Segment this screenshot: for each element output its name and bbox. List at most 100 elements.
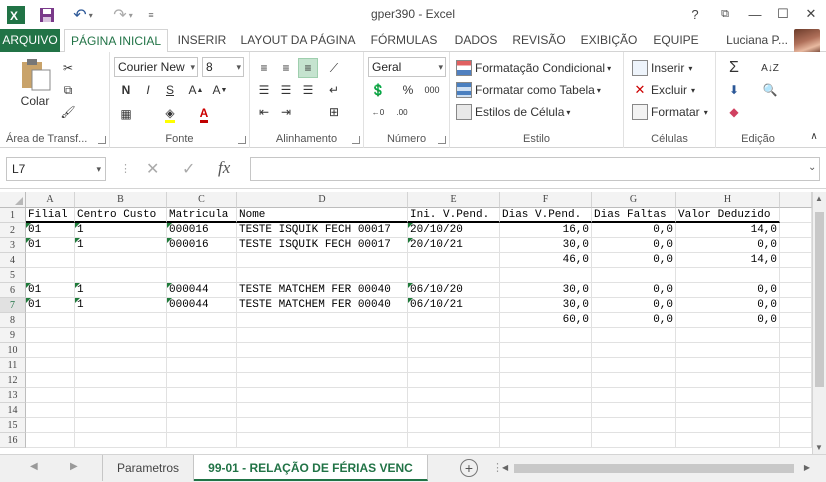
cell-f6[interactable]: 30,0 (500, 283, 592, 298)
align-top-icon[interactable]: ≡ (254, 58, 274, 78)
tab-dados[interactable]: DADOS (448, 29, 504, 52)
cell-extra-3[interactable] (780, 238, 812, 253)
decrease-decimal-icon[interactable]: .00 (392, 102, 412, 122)
vertical-scrollbar[interactable]: ▲ ▼ (812, 192, 826, 454)
cell-a4[interactable] (26, 253, 75, 268)
cell-d4[interactable] (237, 253, 408, 268)
cell-d5[interactable] (237, 268, 408, 283)
cell-c12[interactable] (167, 373, 237, 388)
cell-b15[interactable] (75, 418, 167, 433)
cell-g16[interactable] (592, 433, 676, 448)
cell-styles-button[interactable]: Estilos de Célula ▾ (456, 104, 570, 120)
format-cells-button[interactable]: Formatar ▾ (632, 104, 708, 120)
cell-h7[interactable]: 0,0 (676, 298, 780, 313)
column-header-extra[interactable] (780, 192, 812, 208)
column-header-b[interactable]: B (75, 192, 167, 208)
fill-color-icon[interactable]: ◈ (160, 104, 180, 124)
cell-a7[interactable]: 01 (26, 298, 75, 313)
cell-f15[interactable] (500, 418, 592, 433)
tab-inserir[interactable]: INSERIR (172, 29, 232, 52)
cell-extra-15[interactable] (780, 418, 812, 433)
tab-layout-da-pagina[interactable]: LAYOUT DA PÁGINA (236, 29, 360, 52)
cell-h12[interactable] (676, 373, 780, 388)
cell-c2[interactable]: 000016 (167, 223, 237, 238)
cell-e3[interactable]: 20/10/21 (408, 238, 500, 253)
cell-e5[interactable] (408, 268, 500, 283)
cell-d12[interactable] (237, 373, 408, 388)
cell-b16[interactable] (75, 433, 167, 448)
column-header-g[interactable]: G (592, 192, 676, 208)
borders-icon[interactable]: ▦ (116, 104, 136, 124)
sort-filter-icon[interactable]: A↓Z (760, 58, 780, 78)
row-header-10[interactable]: 10 (0, 343, 26, 358)
column-header-f[interactable]: F (500, 192, 592, 208)
row-header-14[interactable]: 14 (0, 403, 26, 418)
row-header-9[interactable]: 9 (0, 328, 26, 343)
cell-g1[interactable]: Dias Faltas (592, 208, 676, 223)
cell-e14[interactable] (408, 403, 500, 418)
cell-h10[interactable] (676, 343, 780, 358)
increase-decimal-icon[interactable]: ←0 (368, 102, 388, 122)
cell-extra-11[interactable] (780, 358, 812, 373)
vertical-scroll-thumb[interactable] (815, 212, 824, 387)
collapse-ribbon-icon[interactable]: ∧ (804, 126, 824, 146)
decrease-font-icon[interactable]: A ▼ (210, 80, 230, 100)
row-header-1[interactable]: 1 (0, 208, 26, 223)
cell-d8[interactable] (237, 313, 408, 328)
align-left-icon[interactable]: ☰ (254, 80, 274, 100)
font-size-combo[interactable]: 8 ▾ (202, 57, 244, 77)
cell-e4[interactable] (408, 253, 500, 268)
insert-function-icon[interactable]: fx (218, 158, 230, 178)
cell-extra-10[interactable] (780, 343, 812, 358)
cell-c5[interactable] (167, 268, 237, 283)
cell-h1[interactable]: Valor Deduzido (676, 208, 780, 223)
cell-f3[interactable]: 30,0 (500, 238, 592, 253)
row-header-15[interactable]: 15 (0, 418, 26, 433)
cell-h16[interactable] (676, 433, 780, 448)
cell-f12[interactable] (500, 373, 592, 388)
scroll-right-icon[interactable]: ▶ (804, 463, 810, 472)
cell-b3[interactable]: 1 (75, 238, 167, 253)
cell-h6[interactable]: 0,0 (676, 283, 780, 298)
cell-e8[interactable] (408, 313, 500, 328)
tab-equipe[interactable]: EQUIPE (648, 29, 704, 52)
cell-c4[interactable] (167, 253, 237, 268)
alignment-launcher-icon[interactable] (352, 136, 360, 144)
cut-icon[interactable]: ✂ (58, 58, 78, 78)
cell-g2[interactable]: 0,0 (592, 223, 676, 238)
column-header-a[interactable]: A (26, 192, 75, 208)
row-header-13[interactable]: 13 (0, 388, 26, 403)
cell-f13[interactable] (500, 388, 592, 403)
cell-d1[interactable]: Nome (237, 208, 408, 223)
cell-extra-12[interactable] (780, 373, 812, 388)
cell-e10[interactable] (408, 343, 500, 358)
cell-extra-8[interactable] (780, 313, 812, 328)
format-painter-icon[interactable]: 🖌 (58, 102, 78, 122)
orientation-icon[interactable]: ⟋ (324, 58, 344, 78)
cell-extra-9[interactable] (780, 328, 812, 343)
cell-e13[interactable] (408, 388, 500, 403)
row-header-3[interactable]: 3 (0, 238, 26, 253)
cell-c3[interactable]: 000016 (167, 238, 237, 253)
thousands-separator-icon[interactable]: 000 (422, 80, 442, 100)
cell-a14[interactable] (26, 403, 75, 418)
cell-c8[interactable] (167, 313, 237, 328)
cell-g5[interactable] (592, 268, 676, 283)
cell-a5[interactable] (26, 268, 75, 283)
cell-extra-4[interactable] (780, 253, 812, 268)
tab-pagina-inicial[interactable]: PÁGINA INICIAL (64, 29, 168, 53)
sheet-tab-relacao-ferias[interactable]: 99-01 - RELAÇÃO DE FÉRIAS VENC (194, 455, 428, 481)
cell-e11[interactable] (408, 358, 500, 373)
cell-c11[interactable] (167, 358, 237, 373)
bold-button[interactable]: N (116, 80, 136, 100)
number-launcher-icon[interactable] (438, 136, 446, 144)
cell-a13[interactable] (26, 388, 75, 403)
enter-icon[interactable]: ✓ (182, 159, 195, 179)
clipboard-launcher-icon[interactable] (98, 136, 106, 144)
worksheet-grid[interactable]: A B C D E F G H 1 Filial Centro Custo Matricula Nome… (0, 192, 812, 454)
paste-button[interactable]: Colar (18, 58, 52, 108)
cell-extra-13[interactable] (780, 388, 812, 403)
column-header-c[interactable]: C (167, 192, 237, 208)
select-all-button[interactable] (0, 192, 26, 208)
cancel-icon[interactable]: ✕ (146, 159, 159, 179)
